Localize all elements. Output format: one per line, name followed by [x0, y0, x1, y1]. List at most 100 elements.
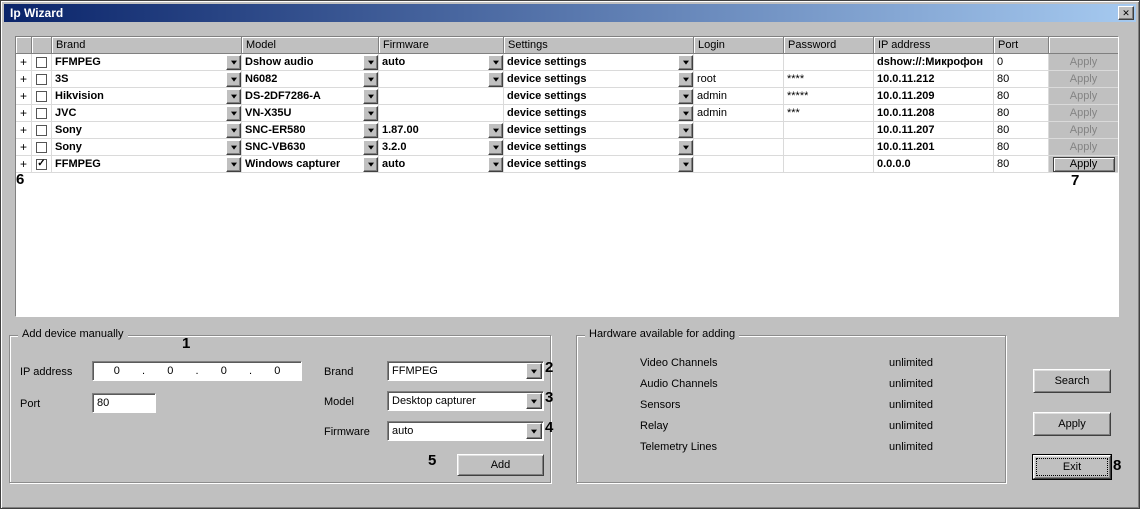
dropdown-arrow-icon[interactable] — [678, 105, 693, 121]
firmware-cell[interactable]: 1.87.00 — [379, 122, 504, 139]
apply-button[interactable]: Apply — [1070, 107, 1098, 119]
brand-cell[interactable]: 3S — [52, 71, 242, 88]
dropdown-arrow-icon[interactable] — [226, 88, 241, 104]
dropdown-arrow-icon[interactable] — [526, 393, 542, 409]
header-ip-address[interactable]: IP address — [874, 37, 994, 54]
row-checkbox[interactable]: ✓ — [36, 158, 47, 170]
header-brand[interactable]: Brand — [52, 37, 242, 54]
firmware-cell[interactable] — [379, 71, 504, 88]
row-checkbox[interactable]: ✓ — [36, 73, 47, 85]
model-cell[interactable]: N6082 — [242, 71, 379, 88]
header-model[interactable]: Model — [242, 37, 379, 54]
login-cell[interactable] — [694, 156, 784, 173]
settings-cell[interactable]: device settings — [504, 105, 694, 122]
ip-cell[interactable]: 10.0.11.209 — [874, 88, 994, 105]
apply-button[interactable]: Apply — [1070, 73, 1098, 85]
apply-button[interactable]: Apply — [1070, 90, 1098, 102]
header-port[interactable]: Port — [994, 37, 1049, 54]
apply-button[interactable]: Apply — [1052, 156, 1115, 172]
settings-cell[interactable]: device settings — [504, 156, 694, 173]
login-cell[interactable]: admin — [694, 105, 784, 122]
dropdown-arrow-icon[interactable] — [226, 122, 241, 138]
dropdown-arrow-icon[interactable] — [488, 71, 503, 87]
firmware-cell[interactable]: auto — [379, 156, 504, 173]
row-checkbox[interactable]: ✓ — [36, 141, 47, 153]
add-button[interactable]: Add — [457, 454, 544, 476]
settings-cell[interactable]: device settings — [504, 88, 694, 105]
port-cell[interactable]: 80 — [994, 156, 1049, 173]
port-cell[interactable]: 0 — [994, 54, 1049, 71]
port-cell[interactable]: 80 — [994, 139, 1049, 156]
model-cell[interactable]: Dshow audio — [242, 54, 379, 71]
password-cell[interactable] — [784, 156, 874, 173]
ip-cell[interactable]: 0.0.0.0 — [874, 156, 994, 173]
dropdown-arrow-icon[interactable] — [226, 139, 241, 155]
model-select[interactable]: Desktop capturer — [387, 391, 544, 411]
dropdown-arrow-icon[interactable] — [363, 139, 378, 155]
dropdown-arrow-icon[interactable] — [678, 71, 693, 87]
row-checkbox[interactable]: ✓ — [36, 124, 47, 136]
expand-toggle[interactable]: + — [16, 54, 32, 71]
brand-cell[interactable]: Hikvision — [52, 88, 242, 105]
expand-toggle[interactable]: + — [16, 122, 32, 139]
header-login[interactable]: Login — [694, 37, 784, 54]
firmware-cell[interactable]: auto — [379, 54, 504, 71]
dropdown-arrow-icon[interactable] — [526, 423, 542, 439]
settings-cell[interactable]: device settings — [504, 54, 694, 71]
dropdown-arrow-icon[interactable] — [526, 363, 542, 379]
exit-button[interactable]: Exit — [1033, 455, 1111, 479]
firmware-cell[interactable]: 3.2.0 — [379, 139, 504, 156]
expand-toggle[interactable]: + — [16, 139, 32, 156]
model-cell[interactable]: Windows capturer — [242, 156, 379, 173]
dropdown-arrow-icon[interactable] — [488, 156, 503, 172]
dropdown-arrow-icon[interactable] — [488, 122, 503, 138]
ip-octet-1[interactable]: 0 — [93, 365, 141, 377]
ip-cell[interactable]: 10.0.11.212 — [874, 71, 994, 88]
login-cell[interactable] — [694, 139, 784, 156]
dropdown-arrow-icon[interactable] — [363, 88, 378, 104]
model-cell[interactable]: VN-X35U — [242, 105, 379, 122]
expand-toggle[interactable]: + — [16, 88, 32, 105]
dropdown-arrow-icon[interactable] — [678, 54, 693, 70]
settings-cell[interactable]: device settings — [504, 139, 694, 156]
dropdown-arrow-icon[interactable] — [363, 54, 378, 70]
ip-octet-3[interactable]: 0 — [200, 365, 248, 377]
dropdown-arrow-icon[interactable] — [488, 139, 503, 155]
login-cell[interactable] — [694, 122, 784, 139]
port-input[interactable]: 80 — [92, 393, 156, 413]
settings-cell[interactable]: device settings — [504, 122, 694, 139]
apply-button[interactable]: Apply — [1070, 141, 1098, 153]
password-cell[interactable] — [784, 139, 874, 156]
expand-toggle[interactable]: + — [16, 105, 32, 122]
titlebar[interactable]: Ip Wizard ✕ — [4, 4, 1136, 22]
dropdown-arrow-icon[interactable] — [678, 156, 693, 172]
brand-cell[interactable]: JVC — [52, 105, 242, 122]
ip-cell[interactable]: 10.0.11.207 — [874, 122, 994, 139]
password-cell[interactable] — [784, 54, 874, 71]
dropdown-arrow-icon[interactable] — [226, 156, 241, 172]
dropdown-arrow-icon[interactable] — [678, 122, 693, 138]
apply-button[interactable]: Apply — [1070, 124, 1098, 136]
dropdown-arrow-icon[interactable] — [226, 105, 241, 121]
ip-cell[interactable]: 10.0.11.208 — [874, 105, 994, 122]
header-firmware[interactable]: Firmware — [379, 37, 504, 54]
search-button[interactable]: Search — [1033, 369, 1111, 393]
password-cell[interactable]: **** — [784, 71, 874, 88]
row-checkbox[interactable]: ✓ — [36, 107, 47, 119]
dropdown-arrow-icon[interactable] — [226, 54, 241, 70]
dropdown-arrow-icon[interactable] — [363, 71, 378, 87]
ip-cell[interactable]: dshow://:Микрофон — [874, 54, 994, 71]
password-cell[interactable] — [784, 122, 874, 139]
ip-address-input[interactable]: 0 . 0 . 0 . 0 — [92, 361, 302, 381]
password-cell[interactable]: *** — [784, 105, 874, 122]
login-cell[interactable]: root — [694, 71, 784, 88]
port-cell[interactable]: 80 — [994, 122, 1049, 139]
ip-octet-4[interactable]: 0 — [254, 365, 302, 377]
dropdown-arrow-icon[interactable] — [363, 122, 378, 138]
port-cell[interactable]: 80 — [994, 71, 1049, 88]
header-settings[interactable]: Settings — [504, 37, 694, 54]
header-password[interactable]: Password — [784, 37, 874, 54]
firmware-cell[interactable] — [379, 105, 504, 122]
dropdown-arrow-icon[interactable] — [363, 105, 378, 121]
model-cell[interactable]: DS-2DF7286-A — [242, 88, 379, 105]
